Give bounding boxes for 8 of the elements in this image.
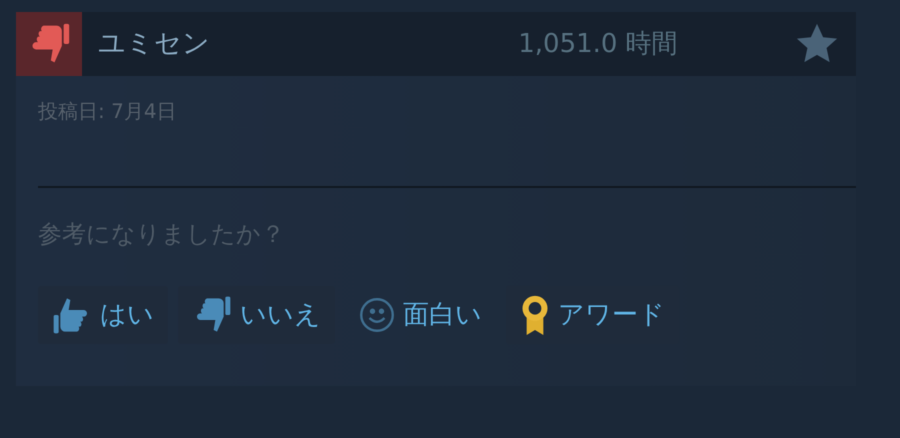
posted-date: 投稿日: 7月4日 [37, 98, 178, 125]
author-name[interactable]: ユミセン [98, 24, 428, 64]
hours-played: 1,051.0 時間 [517, 28, 679, 60]
no-button[interactable]: いいえ [178, 286, 335, 344]
yes-button[interactable]: はい [38, 286, 168, 344]
smiley-icon [359, 297, 395, 333]
award-ribbon-icon [520, 295, 550, 335]
funny-button[interactable]: 面白い [345, 286, 496, 344]
